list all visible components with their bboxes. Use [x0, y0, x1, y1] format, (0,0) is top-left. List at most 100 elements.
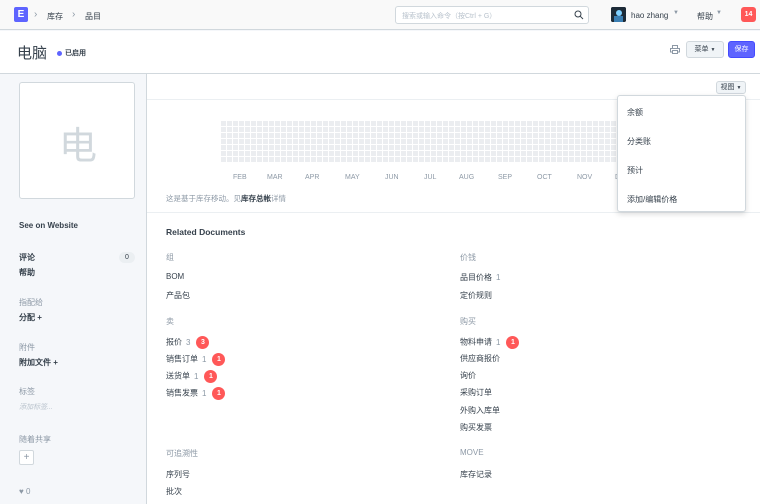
likes[interactable]: ♥ 0	[19, 487, 30, 496]
heatmap-cell	[563, 121, 568, 126]
heatmap-cell	[341, 133, 346, 138]
heatmap-cell	[251, 145, 256, 150]
heatmap-cell	[461, 127, 466, 132]
heatmap-cell	[383, 121, 388, 126]
assign-button[interactable]: 分配 +	[19, 312, 42, 323]
user-avatar[interactable]	[611, 7, 626, 22]
add-tag-link[interactable]: 添加标签...	[19, 402, 53, 412]
heatmap-cell	[485, 133, 490, 138]
heatmap-cell	[575, 145, 580, 150]
heatmap-cell	[551, 145, 556, 150]
heatmap-cell	[329, 145, 334, 150]
heatmap-cell	[227, 145, 232, 150]
sales-order-link[interactable]: 销售订单 1 1	[166, 353, 226, 366]
purchase-invoice-link[interactable]: 购买发票	[460, 422, 492, 433]
app-logo[interactable]: E	[14, 7, 28, 22]
heatmap-cell	[281, 127, 286, 132]
item-price-label: 品目价格	[460, 273, 492, 282]
heatmap-cell	[563, 145, 568, 150]
comments-link[interactable]: 评论	[19, 252, 35, 263]
heatmap-cell	[419, 133, 424, 138]
quotation-open-badge[interactable]: 3	[196, 336, 210, 349]
product-bundle-link[interactable]: 产品包	[166, 290, 190, 301]
heatmap-cell	[239, 157, 244, 162]
purchase-receipt-link[interactable]: 外购入库单	[460, 405, 500, 416]
notification-badge[interactable]: 14	[741, 7, 756, 22]
bom-link[interactable]: BOM	[166, 272, 184, 281]
heatmap-cell	[515, 145, 520, 150]
item-price-count: 1	[496, 273, 501, 282]
menu-item-balance[interactable]: 余额	[627, 107, 643, 118]
heatmap-cell	[281, 151, 286, 156]
heatmap-cell	[533, 121, 538, 126]
breadcrumb-item[interactable]: 品目	[85, 11, 101, 22]
menu-button[interactable]: 菜单 ▼	[686, 41, 724, 58]
rfq-link[interactable]: 询价	[460, 370, 476, 381]
heatmap-cell	[329, 157, 334, 162]
search-input[interactable]: 搜索或输入命令（按Ctrl + G）	[395, 6, 589, 24]
item-image-placeholder[interactable]: 电	[19, 82, 135, 199]
heatmap-cell	[593, 133, 598, 138]
heatmap-cell	[545, 127, 550, 132]
menu-item-projected[interactable]: 预计	[627, 165, 643, 176]
divider	[147, 212, 760, 213]
group-section-title: 组	[166, 253, 174, 262]
sales-order-count: 1	[202, 354, 207, 364]
heatmap-cell	[509, 121, 514, 126]
heatmap-cell	[275, 151, 280, 156]
stock-ledger-link[interactable]: 库存总帐	[241, 194, 271, 203]
heatmap-cell	[287, 157, 292, 162]
breadcrumb-stock[interactable]: 库存	[47, 11, 63, 22]
pricing-rule-link[interactable]: 定价规则	[460, 290, 492, 301]
see-on-website-link[interactable]: See on Website	[19, 221, 78, 230]
delivery-note-link[interactable]: 送货单 1 1	[166, 370, 218, 383]
batch-link[interactable]: 批次	[166, 486, 182, 497]
heatmap-cell	[533, 145, 538, 150]
sales-invoice-link[interactable]: 销售发票 1 1	[166, 387, 226, 400]
heatmap-cell	[599, 121, 604, 126]
item-price-link[interactable]: 品目价格 1	[460, 272, 500, 283]
share-add-button[interactable]: +	[19, 450, 34, 465]
material-request-link[interactable]: 物料申请 1 1	[460, 336, 520, 349]
heatmap-cell	[449, 157, 454, 162]
heatmap-cell	[515, 133, 520, 138]
quotation-link[interactable]: 报价 3 3	[166, 336, 210, 349]
heatmap-cell	[401, 121, 406, 126]
heatmap-cell	[323, 133, 328, 138]
delivery-note-open-badge[interactable]: 1	[204, 370, 218, 383]
heatmap-cell	[461, 133, 466, 138]
sales-order-open-badge[interactable]: 1	[212, 353, 226, 366]
heatmap-cell	[563, 151, 568, 156]
menu-item-ledger[interactable]: 分类账	[627, 136, 651, 147]
purchase-order-link[interactable]: 采购订单	[460, 387, 492, 398]
help-menu[interactable]: 帮助	[697, 11, 713, 22]
heatmap-cell	[521, 157, 526, 162]
save-button[interactable]: 保存	[728, 41, 755, 58]
heatmap-cell	[455, 145, 460, 150]
heatmap-cell	[485, 157, 490, 162]
sales-invoice-open-badge[interactable]: 1	[212, 387, 226, 400]
print-icon[interactable]	[670, 45, 680, 54]
heatmap-cell	[611, 133, 616, 138]
heatmap-cell	[401, 133, 406, 138]
heatmap-cell	[491, 133, 496, 138]
heatmap-cell	[533, 157, 538, 162]
heatmap-cell	[473, 139, 478, 144]
help-link[interactable]: 帮助	[19, 267, 35, 278]
heatmap-cell	[413, 151, 418, 156]
attach-file-button[interactable]: 附加文件 +	[19, 357, 58, 368]
view-dropdown-button[interactable]: 视图 ▼	[716, 81, 746, 94]
heatmap-cell	[425, 145, 430, 150]
heatmap-cell	[491, 139, 496, 144]
heatmap-cell	[557, 139, 562, 144]
heatmap-cell	[455, 151, 460, 156]
serial-no-link[interactable]: 序列号	[166, 469, 190, 480]
user-name[interactable]: hao zhang	[631, 11, 668, 20]
stock-entry-link[interactable]: 库存记录	[460, 469, 492, 480]
heatmap-cell	[377, 127, 382, 132]
heatmap-cell	[335, 157, 340, 162]
supplier-quotation-link[interactable]: 供应商报价	[460, 353, 500, 364]
menu-item-add-edit-price[interactable]: 添加/编辑价格	[627, 194, 677, 205]
heatmap-cell	[323, 139, 328, 144]
material-request-open-badge[interactable]: 1	[506, 336, 520, 349]
